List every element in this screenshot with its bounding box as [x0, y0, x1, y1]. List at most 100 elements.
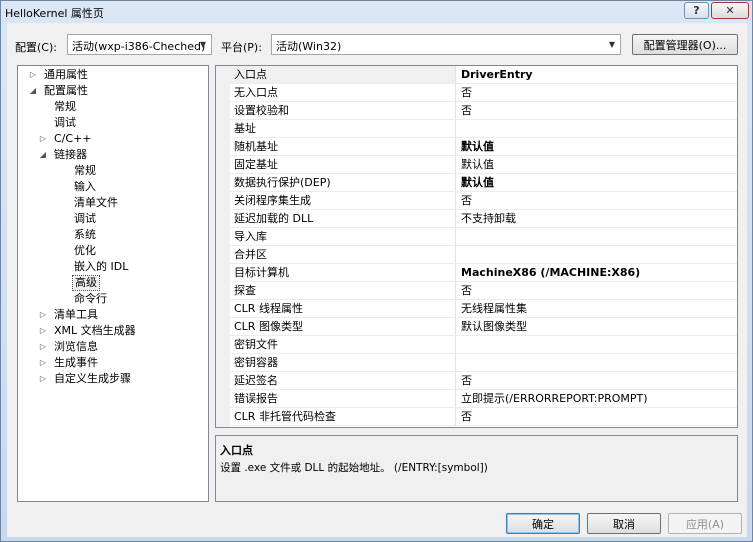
platform-select[interactable]: 活动(Win32) ▼	[271, 34, 621, 55]
tree-item[interactable]: 优化	[18, 243, 208, 259]
property-value[interactable]: 不支持卸载	[457, 210, 737, 227]
tree-item[interactable]: ▷ 浏览信息	[18, 339, 208, 355]
cancel-button[interactable]: 取消	[587, 513, 661, 534]
property-row[interactable]: 无入口点否	[230, 84, 737, 102]
property-row[interactable]: 密钥容器	[230, 354, 737, 372]
tree-collapsed-icon[interactable]: ▷	[38, 339, 48, 355]
property-name: CLR 非托管代码检查	[230, 408, 456, 425]
property-row[interactable]: 固定基址 默认值	[230, 156, 737, 174]
property-row[interactable]: 基址	[230, 120, 737, 138]
tree-item-label: 高级	[72, 275, 100, 291]
property-value[interactable]: 默认值	[457, 174, 737, 191]
property-name: 关闭程序集生成	[230, 192, 456, 209]
tree-item[interactable]: 高级	[18, 275, 208, 291]
property-row[interactable]: 密钥文件	[230, 336, 737, 354]
property-value[interactable]: 否	[457, 282, 737, 299]
tree-expanded-icon[interactable]: ◢	[28, 83, 38, 99]
tree-item[interactable]: ▷ 自定义生成步骤	[18, 371, 208, 387]
tree-item[interactable]: ▷ 通用属性	[18, 67, 208, 83]
tree-item[interactable]: 嵌入的 IDL	[18, 259, 208, 275]
tree-item-label: XML 文档生成器	[54, 324, 136, 337]
tree-item[interactable]: 常规	[18, 99, 208, 115]
property-value[interactable]: DriverEntry	[457, 66, 737, 83]
platform-label: 平台(P):	[221, 41, 262, 54]
property-value[interactable]	[457, 228, 737, 245]
property-row[interactable]: 探查否	[230, 282, 737, 300]
property-row[interactable]: 延迟签名否	[230, 372, 737, 390]
property-row[interactable]: 设置校验和否	[230, 102, 737, 120]
tree-item[interactable]: ▷ C/C++	[18, 131, 208, 147]
tree-collapsed-icon[interactable]: ▷	[38, 323, 48, 339]
help-button[interactable]: ?	[684, 2, 709, 19]
property-value[interactable]: 否	[457, 372, 737, 389]
property-value[interactable]: 否	[457, 102, 737, 119]
property-row[interactable]: 错误报告 立即提示(/ERRORREPORT:PROMPT)	[230, 390, 737, 408]
property-value[interactable]: 否	[457, 84, 737, 101]
close-button[interactable]: ✕	[711, 2, 749, 19]
description-panel: 入口点 设置 .exe 文件或 DLL 的起始地址。 (/ENTRY:[symb…	[215, 435, 738, 502]
tree-item[interactable]: ▷ XML 文档生成器	[18, 323, 208, 339]
tree-item[interactable]: 调试	[18, 115, 208, 131]
property-name: 设置校验和	[230, 102, 456, 119]
property-row[interactable]: 关闭程序集生成否	[230, 192, 737, 210]
property-value[interactable]	[457, 336, 737, 353]
property-value[interactable]: 否	[457, 192, 737, 209]
property-pages-window: HelloKernel 属性页 ? ✕ 配置(C): 活动(wxp-i386-C…	[0, 0, 753, 542]
tree-item[interactable]: 输入	[18, 179, 208, 195]
tree-item[interactable]: 清单文件	[18, 195, 208, 211]
property-row[interactable]: 延迟加载的 DLL 不支持卸载	[230, 210, 737, 228]
property-row[interactable]: 随机基址 默认值	[230, 138, 737, 156]
property-name: CLR 图像类型	[230, 318, 456, 335]
property-name: 密钥容器	[230, 354, 456, 371]
apply-button[interactable]: 应用(A)	[668, 513, 742, 534]
ok-button[interactable]: 确定	[506, 513, 580, 534]
property-name: 目标计算机	[230, 264, 456, 281]
property-value[interactable]	[457, 354, 737, 371]
property-value[interactable]: MachineX86 (/MACHINE:X86)	[457, 264, 737, 281]
property-value[interactable]: 立即提示(/ERRORREPORT:PROMPT)	[457, 390, 737, 407]
tree-collapsed-icon[interactable]: ▷	[38, 131, 48, 147]
property-value[interactable]: 默认值	[457, 156, 737, 173]
property-row[interactable]: 合并区	[230, 246, 737, 264]
window-title: HelloKernel 属性页	[5, 7, 104, 20]
tree-expanded-icon[interactable]: ◢	[38, 147, 48, 163]
property-value[interactable]: 默认图像类型	[457, 318, 737, 335]
tree-item[interactable]: ◢ 配置属性	[18, 83, 208, 99]
property-name: 密钥文件	[230, 336, 456, 353]
property-value[interactable]	[457, 246, 737, 263]
property-value[interactable]: 无线程属性集	[457, 300, 737, 317]
tree-collapsed-icon[interactable]: ▷	[38, 371, 48, 387]
tree-item-label: 生成事件	[54, 356, 98, 369]
property-grid[interactable]: 入口点 DriverEntry 无入口点否设置校验和否基址 随机基址 默认值 固定基址 默认…	[215, 65, 738, 428]
property-name: 固定基址	[230, 156, 456, 173]
property-row[interactable]: CLR 非托管代码检查否	[230, 408, 737, 426]
config-select-value: 活动(wxp-i386-Cheched)	[72, 40, 206, 53]
property-row[interactable]: 目标计算机 MachineX86 (/MACHINE:X86)	[230, 264, 737, 282]
tree-item[interactable]: 系统	[18, 227, 208, 243]
tree-item[interactable]: 调试	[18, 211, 208, 227]
property-value[interactable]	[457, 120, 737, 137]
property-row[interactable]: CLR 图像类型 默认图像类型	[230, 318, 737, 336]
property-name: 基址	[230, 120, 456, 137]
property-tree[interactable]: ▷ 通用属性 ◢ 配置属性 常规 调试 ▷ C/C++ ◢ 链接器 常规 输入 清单文件 调试 系统 优化 嵌入…	[17, 65, 209, 502]
tree-item[interactable]: 常规	[18, 163, 208, 179]
property-name: 延迟签名	[230, 372, 456, 389]
tree-item-label: 通用属性	[44, 68, 88, 81]
tree-item[interactable]: ◢ 链接器	[18, 147, 208, 163]
tree-item[interactable]: 命令行	[18, 291, 208, 307]
tree-collapsed-icon[interactable]: ▷	[38, 355, 48, 371]
tree-item[interactable]: ▷ 生成事件	[18, 355, 208, 371]
property-row[interactable]: 入口点 DriverEntry	[230, 66, 737, 84]
property-value[interactable]: 否	[457, 408, 737, 425]
property-row[interactable]: 数据执行保护(DEP) 默认值	[230, 174, 737, 192]
config-label: 配置(C):	[15, 41, 57, 54]
property-row[interactable]: CLR 线程属性 无线程属性集	[230, 300, 737, 318]
title-bar[interactable]: HelloKernel 属性页 ? ✕	[1, 1, 752, 23]
tree-item[interactable]: ▷ 清单工具	[18, 307, 208, 323]
tree-collapsed-icon[interactable]: ▷	[28, 67, 38, 83]
property-value[interactable]: 默认值	[457, 138, 737, 155]
config-select[interactable]: 活动(wxp-i386-Cheched) ▼	[67, 34, 212, 55]
tree-collapsed-icon[interactable]: ▷	[38, 307, 48, 323]
config-manager-button[interactable]: 配置管理器(O)...	[632, 34, 738, 55]
property-row[interactable]: 导入库	[230, 228, 737, 246]
